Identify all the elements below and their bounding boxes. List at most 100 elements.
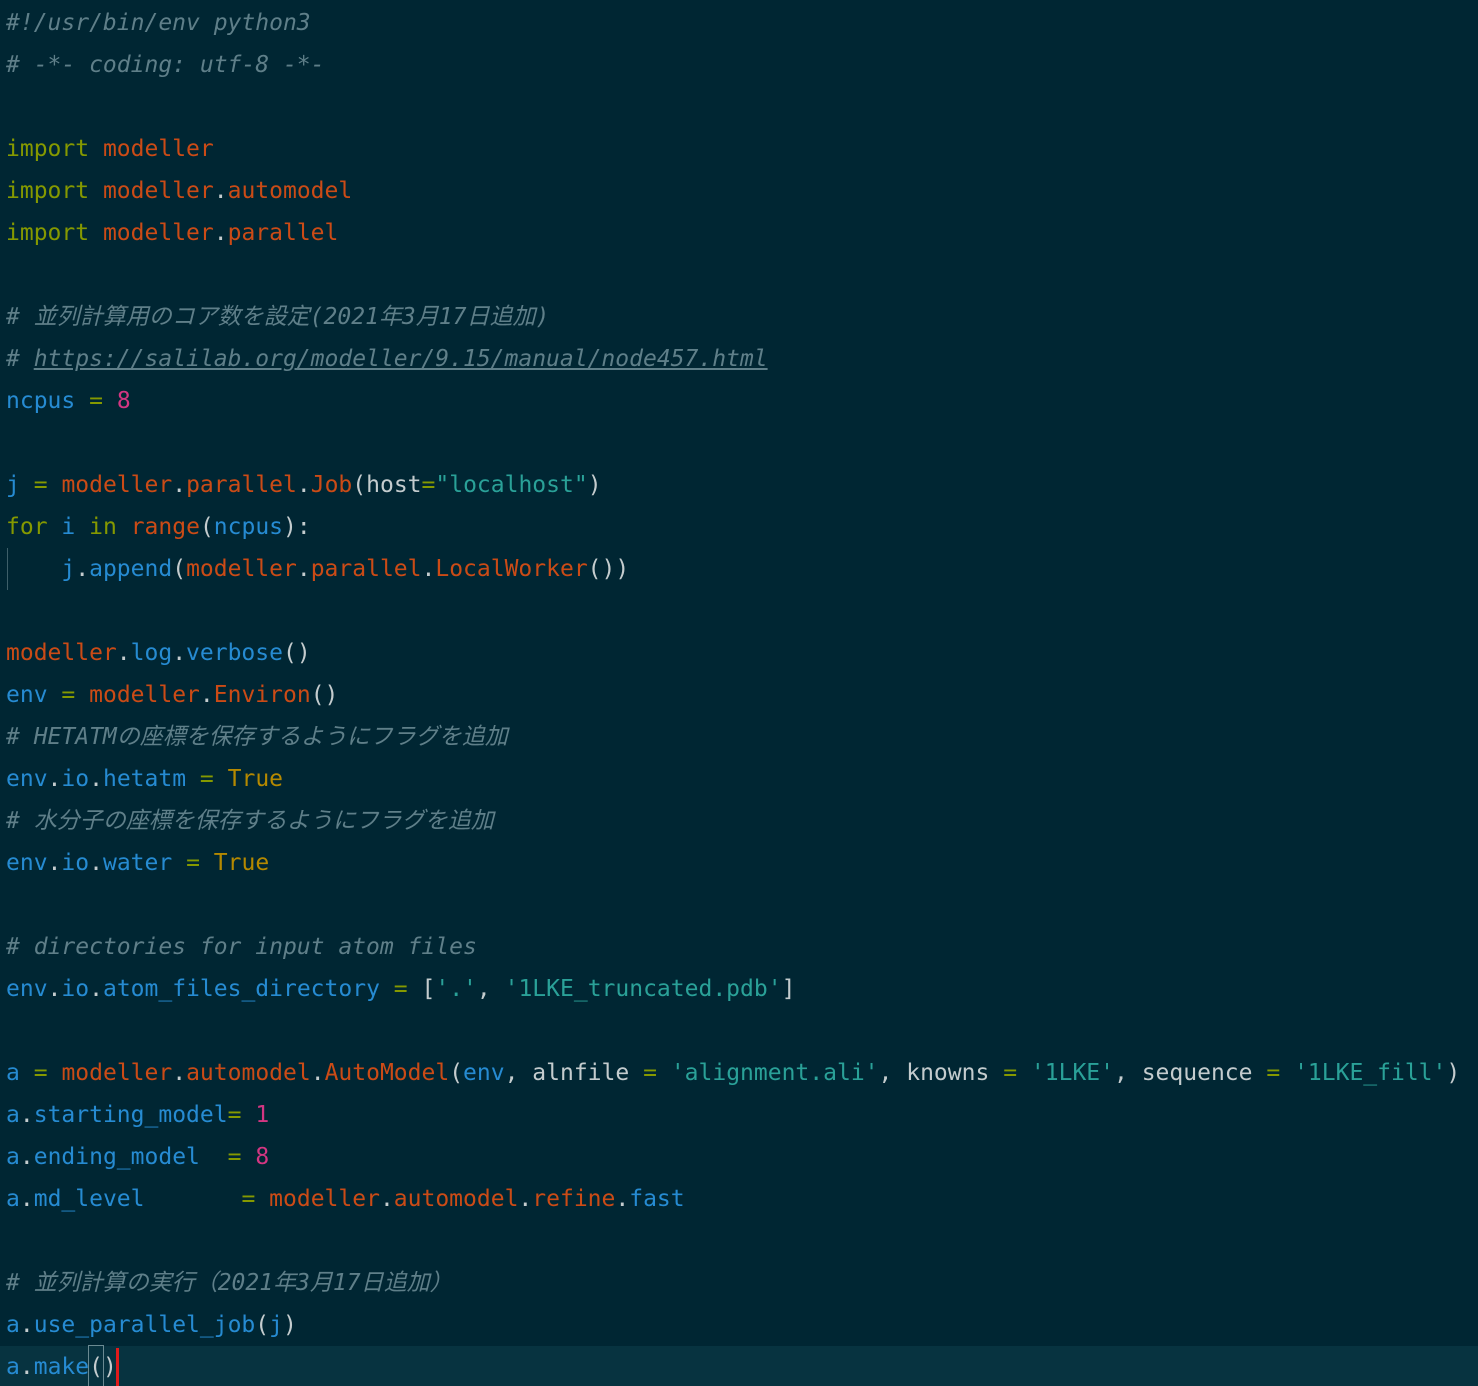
class-name: Environ bbox=[213, 682, 311, 708]
variable: env bbox=[6, 766, 48, 792]
code-line-31[interactable]: # 並列計算の実行（2021年3月17日追加） bbox=[6, 1262, 453, 1304]
string-literal: "localhost" bbox=[435, 472, 588, 498]
class-name: AutoModel bbox=[324, 1060, 450, 1086]
code-line-21[interactable]: env.io.water = True bbox=[6, 842, 269, 884]
url-link[interactable]: https://salilab.org/modeller/9.15/manual… bbox=[34, 346, 768, 372]
current-line-highlight bbox=[0, 1346, 1478, 1386]
keyword: for bbox=[6, 514, 48, 540]
code-line-17[interactable]: env = modeller.Environ() bbox=[6, 674, 338, 716]
code-line-4[interactable]: import modeller bbox=[6, 128, 214, 170]
variable: a bbox=[6, 1186, 20, 1212]
module-name: automodel bbox=[227, 178, 353, 204]
attribute: io bbox=[61, 766, 90, 792]
comment: # 並列計算用のコア数を設定(2021年3月17日追加) bbox=[6, 304, 550, 330]
attribute: starting_model bbox=[33, 1102, 228, 1128]
module-name: parallel bbox=[310, 556, 422, 582]
keyword-arg: sequence bbox=[1141, 1060, 1253, 1086]
code-line-1[interactable]: #!/usr/bin/env python3 bbox=[6, 2, 311, 44]
keyword: import bbox=[6, 136, 90, 162]
module-name: modeller bbox=[6, 640, 117, 666]
class-name: Job bbox=[310, 472, 353, 498]
variable: env bbox=[463, 1060, 505, 1086]
code-line-14[interactable]: j.append(modeller.parallel.LocalWorker()… bbox=[6, 548, 629, 590]
code-line-12[interactable]: j = modeller.parallel.Job(host="localhos… bbox=[6, 464, 602, 506]
keyword: in bbox=[89, 514, 117, 540]
code-line-8[interactable]: # 並列計算用のコア数を設定(2021年3月17日追加) bbox=[6, 296, 549, 338]
bracket-match: ( bbox=[88, 1345, 104, 1386]
module-name: parallel bbox=[186, 472, 297, 498]
module-name: modeller bbox=[61, 1060, 173, 1086]
module-name: modeller bbox=[102, 178, 214, 204]
comment: # bbox=[6, 346, 34, 372]
variable: env bbox=[6, 682, 48, 708]
code-line-24[interactable]: env.io.atom_files_directory = ['.', '1LK… bbox=[6, 968, 795, 1010]
module-name: automodel bbox=[393, 1186, 519, 1212]
string-literal: '.' bbox=[435, 976, 477, 1002]
attribute: water bbox=[102, 850, 173, 876]
attribute: ending_model bbox=[33, 1144, 200, 1170]
string-literal: '1LKE_fill' bbox=[1294, 1060, 1447, 1086]
variable: j bbox=[269, 1312, 283, 1338]
module-name: modeller bbox=[102, 136, 214, 162]
code-line-32[interactable]: a.use_parallel_job(j) bbox=[6, 1304, 297, 1346]
comment: # 水分子の座標を保存するようにフラグを追加 bbox=[6, 808, 494, 834]
code-line-2[interactable]: # -*- coding: utf-8 -*- bbox=[6, 44, 325, 86]
attribute: log bbox=[130, 640, 173, 666]
variable: a bbox=[6, 1102, 20, 1128]
code-line-33[interactable]: a.make() bbox=[6, 1345, 117, 1386]
module-name: modeller bbox=[269, 1186, 380, 1212]
keyword-arg: knowns bbox=[906, 1060, 990, 1086]
variable: a bbox=[6, 1354, 20, 1380]
code-line-23[interactable]: # directories for input atom files bbox=[6, 926, 477, 968]
method-name: verbose bbox=[186, 640, 283, 666]
code-line-18[interactable]: # HETATMの座標を保存するようにフラグを追加 bbox=[6, 716, 508, 758]
keyword: import bbox=[6, 178, 90, 204]
code-line-10[interactable]: ncpus = 8 bbox=[6, 380, 131, 422]
code-line-6[interactable]: import modeller.parallel bbox=[6, 212, 338, 254]
variable: i bbox=[61, 514, 76, 540]
string-literal: '1LKE_truncated.pdb' bbox=[504, 976, 782, 1002]
method-name: append bbox=[89, 556, 173, 582]
code-line-19[interactable]: env.io.hetatm = True bbox=[6, 758, 283, 800]
attribute: md_level bbox=[33, 1186, 145, 1212]
code-line-9[interactable]: # https://salilab.org/modeller/9.15/manu… bbox=[6, 338, 768, 380]
number-literal: 8 bbox=[255, 1144, 270, 1170]
code-line-20[interactable]: # 水分子の座標を保存するようにフラグを追加 bbox=[6, 800, 494, 842]
code-line-29[interactable]: a.md_level = modeller.automodel.refine.f… bbox=[6, 1178, 685, 1220]
module-name: modeller bbox=[89, 682, 200, 708]
code-line-27[interactable]: a.starting_model= 1 bbox=[6, 1094, 269, 1136]
attribute: fast bbox=[629, 1186, 685, 1212]
code-line-16[interactable]: modeller.log.verbose() bbox=[6, 632, 311, 674]
shebang-comment: #!/usr/bin/env python3 bbox=[6, 10, 311, 36]
keyword: import bbox=[6, 220, 90, 246]
class-name: LocalWorker bbox=[435, 556, 588, 582]
code-line-5[interactable]: import modeller.automodel bbox=[6, 170, 352, 212]
module-name: modeller bbox=[61, 472, 173, 498]
variable: env bbox=[6, 976, 48, 1002]
attribute: hetatm bbox=[102, 766, 187, 792]
number-literal: 1 bbox=[255, 1102, 270, 1128]
variable: j bbox=[61, 556, 76, 582]
variable: ncpus bbox=[213, 514, 284, 540]
attribute: io bbox=[61, 850, 90, 876]
string-literal: 'alignment.ali' bbox=[670, 1060, 879, 1086]
code-line-28[interactable]: a.ending_model = 8 bbox=[6, 1136, 269, 1178]
attribute: atom_files_directory bbox=[102, 976, 380, 1002]
module-name: modeller bbox=[186, 556, 297, 582]
comment: # directories for input atom files bbox=[6, 934, 477, 960]
text-cursor bbox=[116, 1348, 119, 1386]
variable: env bbox=[6, 850, 48, 876]
comment: # HETATMの座標を保存するようにフラグを追加 bbox=[6, 724, 508, 750]
code-line-26[interactable]: a = modeller.automodel.AutoModel(env, al… bbox=[6, 1052, 1460, 1094]
code-line-13[interactable]: for i in range(ncpus): bbox=[6, 506, 311, 548]
comment: # 並列計算の実行（2021年3月17日追加） bbox=[6, 1270, 453, 1296]
coding-comment: # -*- coding: utf-8 -*- bbox=[6, 52, 325, 78]
attribute: io bbox=[61, 976, 90, 1002]
variable: a bbox=[6, 1144, 20, 1170]
module-name: automodel bbox=[186, 1060, 311, 1086]
module-name: parallel bbox=[227, 220, 339, 246]
variable: a bbox=[6, 1060, 20, 1086]
code-editor[interactable]: #!/usr/bin/env python3 # -*- coding: utf… bbox=[0, 0, 1478, 1386]
builtin-function: range bbox=[130, 514, 200, 540]
number-literal: 8 bbox=[116, 388, 131, 414]
